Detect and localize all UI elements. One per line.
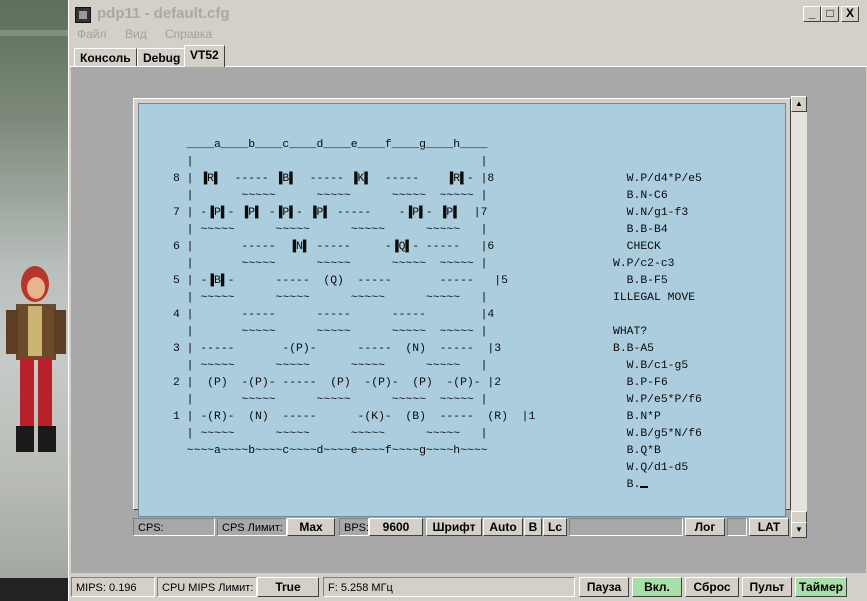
timer-button[interactable]: Таймер bbox=[795, 577, 847, 597]
vt52-screen[interactable]: ____a____b____c____d____e____f____g____h… bbox=[138, 103, 786, 517]
maximize-button[interactable]: □ bbox=[821, 6, 839, 22]
scroll-down-icon[interactable]: ▼ bbox=[791, 522, 807, 538]
app-icon[interactable] bbox=[75, 7, 91, 23]
cpu-limit-label: CPU MIPS Лимит: bbox=[157, 577, 257, 597]
lat-button[interactable]: LAT bbox=[749, 518, 789, 536]
max-button[interactable]: Max bbox=[287, 518, 335, 536]
vertical-scrollbar[interactable]: ▲ ▼ bbox=[791, 96, 807, 538]
frequency-readout: F: 5.258 МГц bbox=[323, 577, 575, 597]
tab-vt52[interactable]: VT52 bbox=[184, 45, 225, 67]
terminal-status-indicator bbox=[727, 518, 747, 536]
terminal-status-empty bbox=[569, 518, 683, 536]
terminal-frame: ____a____b____c____d____e____f____g____h… bbox=[133, 98, 791, 517]
log-button[interactable]: Лог bbox=[685, 518, 725, 536]
tab-console[interactable]: Консоль bbox=[74, 48, 137, 68]
menu-help[interactable]: Справка bbox=[165, 27, 212, 41]
scroll-up-icon[interactable]: ▲ bbox=[791, 96, 807, 112]
b-button[interactable]: B bbox=[524, 518, 542, 536]
minimize-button[interactable]: _ bbox=[803, 6, 821, 22]
desktop-stripe bbox=[0, 30, 70, 36]
close-button[interactable]: X bbox=[841, 6, 859, 22]
auto-button[interactable]: Auto bbox=[483, 518, 523, 536]
menu-view[interactable]: Вид bbox=[125, 27, 147, 41]
mips-readout: MIPS: 0.196 bbox=[71, 577, 155, 597]
bps-button[interactable]: 9600 bbox=[369, 518, 423, 536]
tab-strip: Консоль Debug VT52 bbox=[69, 45, 867, 68]
mips-label: MIPS: bbox=[76, 582, 106, 594]
cps-limit-label: CPS Лимит: bbox=[217, 518, 287, 536]
terminal-status-bar: CPS: CPS Лимит: Max BPS: 9600 Шрифт Auto… bbox=[133, 516, 789, 538]
lc-button[interactable]: Lc bbox=[543, 518, 567, 536]
power-on-button[interactable]: Вкл. bbox=[632, 577, 682, 597]
tab-debug[interactable]: Debug bbox=[137, 48, 187, 68]
desktop-bottom-strip bbox=[0, 578, 70, 601]
title-bar: pdp11 - default.cfg _ □ X bbox=[69, 0, 867, 28]
status-bar: MIPS: 0.196 CPU MIPS Лимит: True F: 5.25… bbox=[69, 575, 867, 601]
cpu-limit-button[interactable]: True bbox=[257, 577, 319, 597]
terminal-cursor bbox=[640, 486, 649, 488]
pause-button[interactable]: Пауза bbox=[579, 577, 629, 597]
mips-value: 0.196 bbox=[109, 582, 137, 594]
app-window: pdp11 - default.cfg _ □ X Файл Вид Справ… bbox=[68, 0, 867, 601]
chess-board-text: ____a____b____c____d____e____f____g____h… bbox=[173, 139, 536, 457]
desktop-background bbox=[0, 0, 70, 601]
console-button[interactable]: Пульт bbox=[742, 577, 792, 597]
menu-file[interactable]: Файл bbox=[77, 27, 107, 41]
cps-readout: CPS: bbox=[133, 518, 215, 536]
window-title: pdp11 - default.cfg bbox=[97, 5, 230, 22]
menu-bar: Файл Вид Справка bbox=[69, 26, 867, 44]
reset-button[interactable]: Сброс bbox=[685, 577, 739, 597]
desktop-stripe bbox=[0, 150, 70, 156]
move-log-text: W.P/d4*P/e5 B.N-C6 W.N/g1-f3 B.B-B4 CHEC… bbox=[613, 173, 702, 491]
tab-content-area: ____a____b____c____d____e____f____g____h… bbox=[71, 67, 866, 573]
bps-label: BPS: bbox=[339, 518, 369, 536]
font-button[interactable]: Шрифт bbox=[426, 518, 482, 536]
desktop-character-image bbox=[6, 266, 66, 452]
